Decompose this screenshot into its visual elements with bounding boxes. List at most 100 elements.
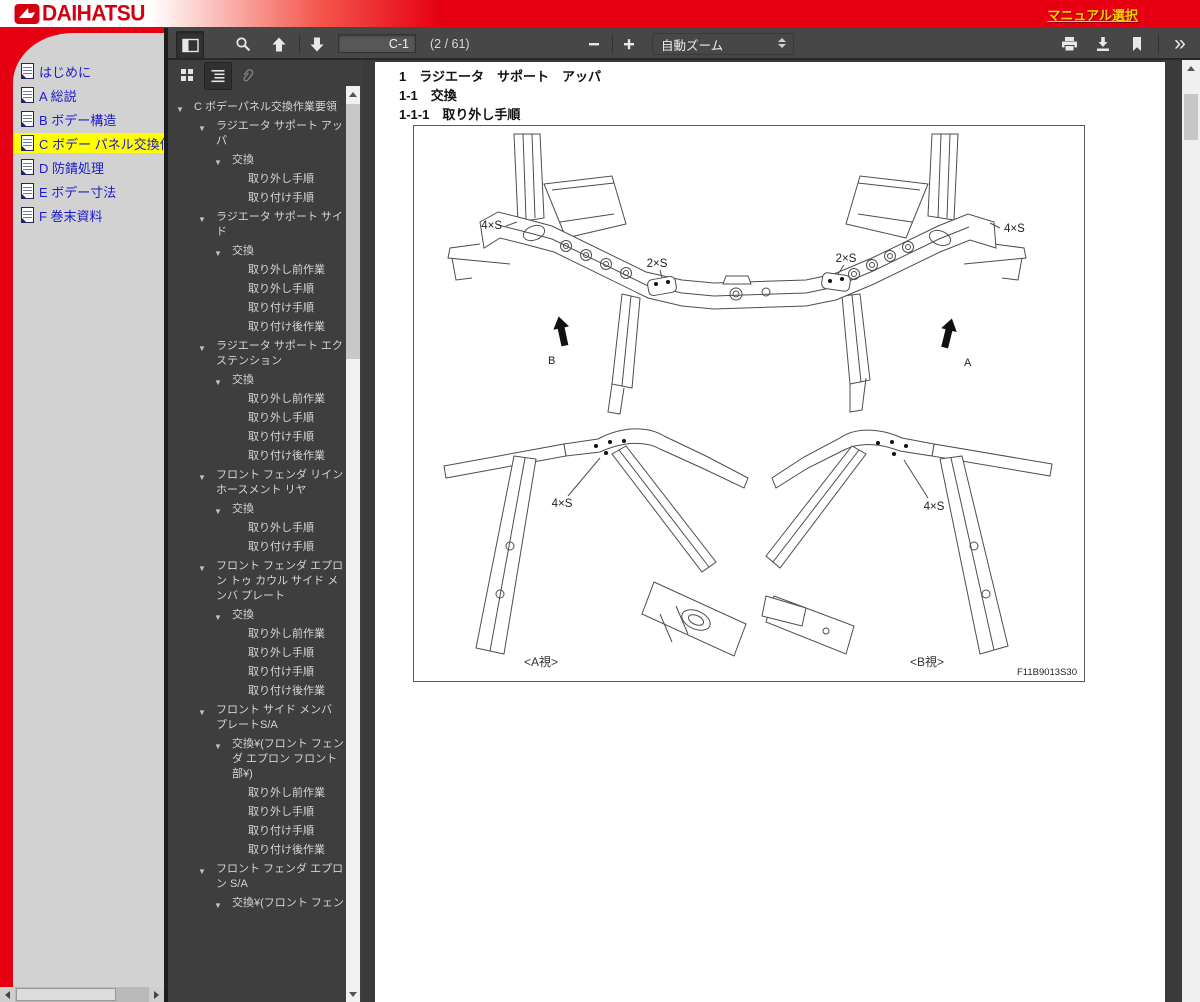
outline-item[interactable]: 取り付け後作業 <box>168 320 344 335</box>
outline-item[interactable]: 取り付け手順 <box>168 665 344 680</box>
outline-item[interactable]: ▼ラジエータ サポート サイド <box>168 210 344 240</box>
sidebar-toggle-button[interactable] <box>176 31 204 59</box>
outline-item[interactable]: ▼ 交換 <box>168 608 344 623</box>
outline-panel: ▼C ボデーパネル交換作業要領▼ラジエータ サポート アッパ▼交換取り外し手順取… <box>168 60 362 1002</box>
bolt-count-label: 4×S <box>1004 223 1025 235</box>
collapse-triangle-icon[interactable]: ▼ <box>214 375 222 390</box>
outline-item[interactable]: 取り外し手順 <box>168 521 344 536</box>
outline-item[interactable]: ▼交換¥(フロント フェン <box>168 896 344 911</box>
outline-item[interactable]: ▼フロント フェンダ エプロン トゥ カウル サイド メンバ プレート <box>168 559 344 604</box>
scroll-up-button[interactable] <box>346 86 360 102</box>
collapse-triangle-icon[interactable]: ▼ <box>198 561 206 576</box>
collapse-triangle-icon[interactable]: ▼ <box>198 864 206 879</box>
sidebar-item[interactable]: E ボデー寸法 <box>13 181 164 201</box>
sidebar-item[interactable]: A 総説 <box>13 85 164 105</box>
collapse-triangle-icon[interactable]: ▼ <box>214 504 222 519</box>
print-button[interactable] <box>1056 31 1082 57</box>
more-tools-button[interactable]: » <box>1164 31 1196 57</box>
bookmark-button[interactable] <box>1124 31 1150 57</box>
collapse-triangle-icon[interactable]: ▼ <box>214 898 222 913</box>
outline-item[interactable]: 取り外し前作業 <box>168 786 344 801</box>
collapse-triangle-icon[interactable]: ▼ <box>198 705 206 720</box>
outline-item[interactable]: ▼ フロント フェンダ エプロン S/A <box>168 862 344 892</box>
page-scroll-thumb[interactable] <box>1184 94 1198 140</box>
outline-item[interactable]: 取り付け手順 <box>168 824 344 839</box>
outline-item[interactable]: ▼交換 <box>168 244 344 259</box>
collapse-triangle-icon[interactable]: ▼ <box>198 470 206 485</box>
outline-item[interactable]: ▼フロント サイド メンバ プレートS/A <box>168 703 344 733</box>
sidebar-item[interactable]: はじめに <box>13 61 164 81</box>
document-icon <box>21 159 34 175</box>
outline-item[interactable]: ▼ラジエータ サポート アッパ <box>168 119 344 149</box>
outline-item[interactable]: 取り外し手順 <box>168 172 344 187</box>
outline-item[interactable]: 取り付け後作業 <box>168 449 344 464</box>
select-arrows-icon <box>778 38 786 48</box>
document-icon <box>21 207 34 223</box>
thumbnails-view-button[interactable] <box>174 62 200 88</box>
scroll-right-button[interactable] <box>149 987 164 1002</box>
outline-item[interactable]: ▼交換 <box>168 153 344 168</box>
outline-item[interactable]: 取り外し前作業 <box>168 627 344 642</box>
sidebar-item[interactable]: D 防錆処理 <box>13 157 164 177</box>
outline-item[interactable]: ▼ ラジエータ サポート エクステンション <box>168 339 344 369</box>
outline-item[interactable]: ▼フロント フェンダ リインホースメント リヤ <box>168 468 344 498</box>
download-icon <box>1095 36 1111 52</box>
sidebar-item[interactable]: B ボデー構造 <box>13 109 164 129</box>
outline-item[interactable]: 取り付け手順 <box>168 540 344 555</box>
page-scrollbar[interactable] <box>1182 60 1200 1002</box>
sidebar-item[interactable]: C ボデー パネル交換作業要領 <box>13 133 164 153</box>
sidebar-item-label: D 防錆処理 <box>39 158 104 177</box>
outline-item[interactable]: ▼交換¥(フロント フェンダ エプロン フロント部¥) <box>168 737 344 782</box>
outline-item-label: フロント フェンダ エプロン S/A <box>216 863 343 890</box>
scroll-left-button[interactable] <box>0 987 15 1002</box>
collapse-triangle-icon[interactable]: ▼ <box>214 739 222 754</box>
outline-item[interactable]: ▼C ボデーパネル交換作業要領 <box>168 100 344 115</box>
outline-item[interactable]: 取り付け手順 <box>168 191 344 206</box>
search-button[interactable] <box>230 31 256 57</box>
document-icon <box>21 87 34 103</box>
sidebar-horizontal-scrollbar[interactable] <box>0 987 164 1002</box>
outline-item[interactable]: 取り外し前作業 <box>168 392 344 407</box>
horizontal-scroll-thumb[interactable] <box>16 988 116 1001</box>
outline-item-label: ラジエータ サポート エクステンション <box>216 340 343 367</box>
outline-scrollbar[interactable] <box>346 86 360 1002</box>
next-page-button[interactable] <box>304 31 330 57</box>
collapse-triangle-icon[interactable]: ▼ <box>214 246 222 261</box>
previous-page-button[interactable] <box>266 31 292 57</box>
outline-item-label: 交換 <box>232 609 254 621</box>
outline-item[interactable]: 取り外し手順 <box>168 646 344 661</box>
collapse-triangle-icon[interactable]: ▼ <box>176 102 184 117</box>
scroll-up-button[interactable] <box>1182 60 1200 76</box>
collapse-triangle-icon[interactable]: ▼ <box>214 155 222 170</box>
outline-item[interactable]: 取り外し前作業 <box>168 263 344 278</box>
outline-item[interactable]: 取り付け手順 <box>168 430 344 445</box>
section-title: 1 ラジエータ サポート アッパ <box>399 67 601 86</box>
zoom-level-select[interactable]: 自動ズーム <box>652 33 794 55</box>
attachments-view-button[interactable] <box>234 62 260 88</box>
collapse-triangle-icon[interactable]: ▼ <box>198 341 206 356</box>
download-button[interactable] <box>1090 31 1116 57</box>
outline-item[interactable]: 取り外し手順 <box>168 282 344 297</box>
outline-item[interactable]: 取り付け手順 <box>168 301 344 316</box>
daihatsu-logo: DAIHATSU <box>14 2 145 26</box>
logo-text: DAIHATSU <box>42 1 145 26</box>
zoom-in-button[interactable] <box>616 31 642 57</box>
outline-item[interactable]: 取り付け後作業 <box>168 684 344 699</box>
outline-scroll-thumb[interactable] <box>346 104 360 359</box>
bolt-count-label: 2×S <box>647 258 668 270</box>
outline-item[interactable]: ▼交換 <box>168 502 344 517</box>
collapse-triangle-icon[interactable]: ▼ <box>198 121 206 136</box>
outline-item[interactable]: 取り外し手順 <box>168 805 344 820</box>
sidebar-item[interactable]: F 巻末資料 <box>13 205 164 225</box>
scroll-down-button[interactable] <box>346 986 360 1002</box>
plus-icon <box>622 37 636 51</box>
page-number-input[interactable] <box>338 34 416 53</box>
zoom-out-button[interactable] <box>581 31 607 57</box>
outline-item[interactable]: 取り付け後作業 <box>168 843 344 858</box>
collapse-triangle-icon[interactable]: ▼ <box>198 212 206 227</box>
outline-item[interactable]: 取り外し手順 <box>168 411 344 426</box>
manual-select-link[interactable]: マニュアル選択 <box>1047 5 1138 24</box>
collapse-triangle-icon[interactable]: ▼ <box>214 610 222 625</box>
outline-item[interactable]: ▼交換 <box>168 373 344 388</box>
outline-view-button[interactable] <box>204 62 232 90</box>
